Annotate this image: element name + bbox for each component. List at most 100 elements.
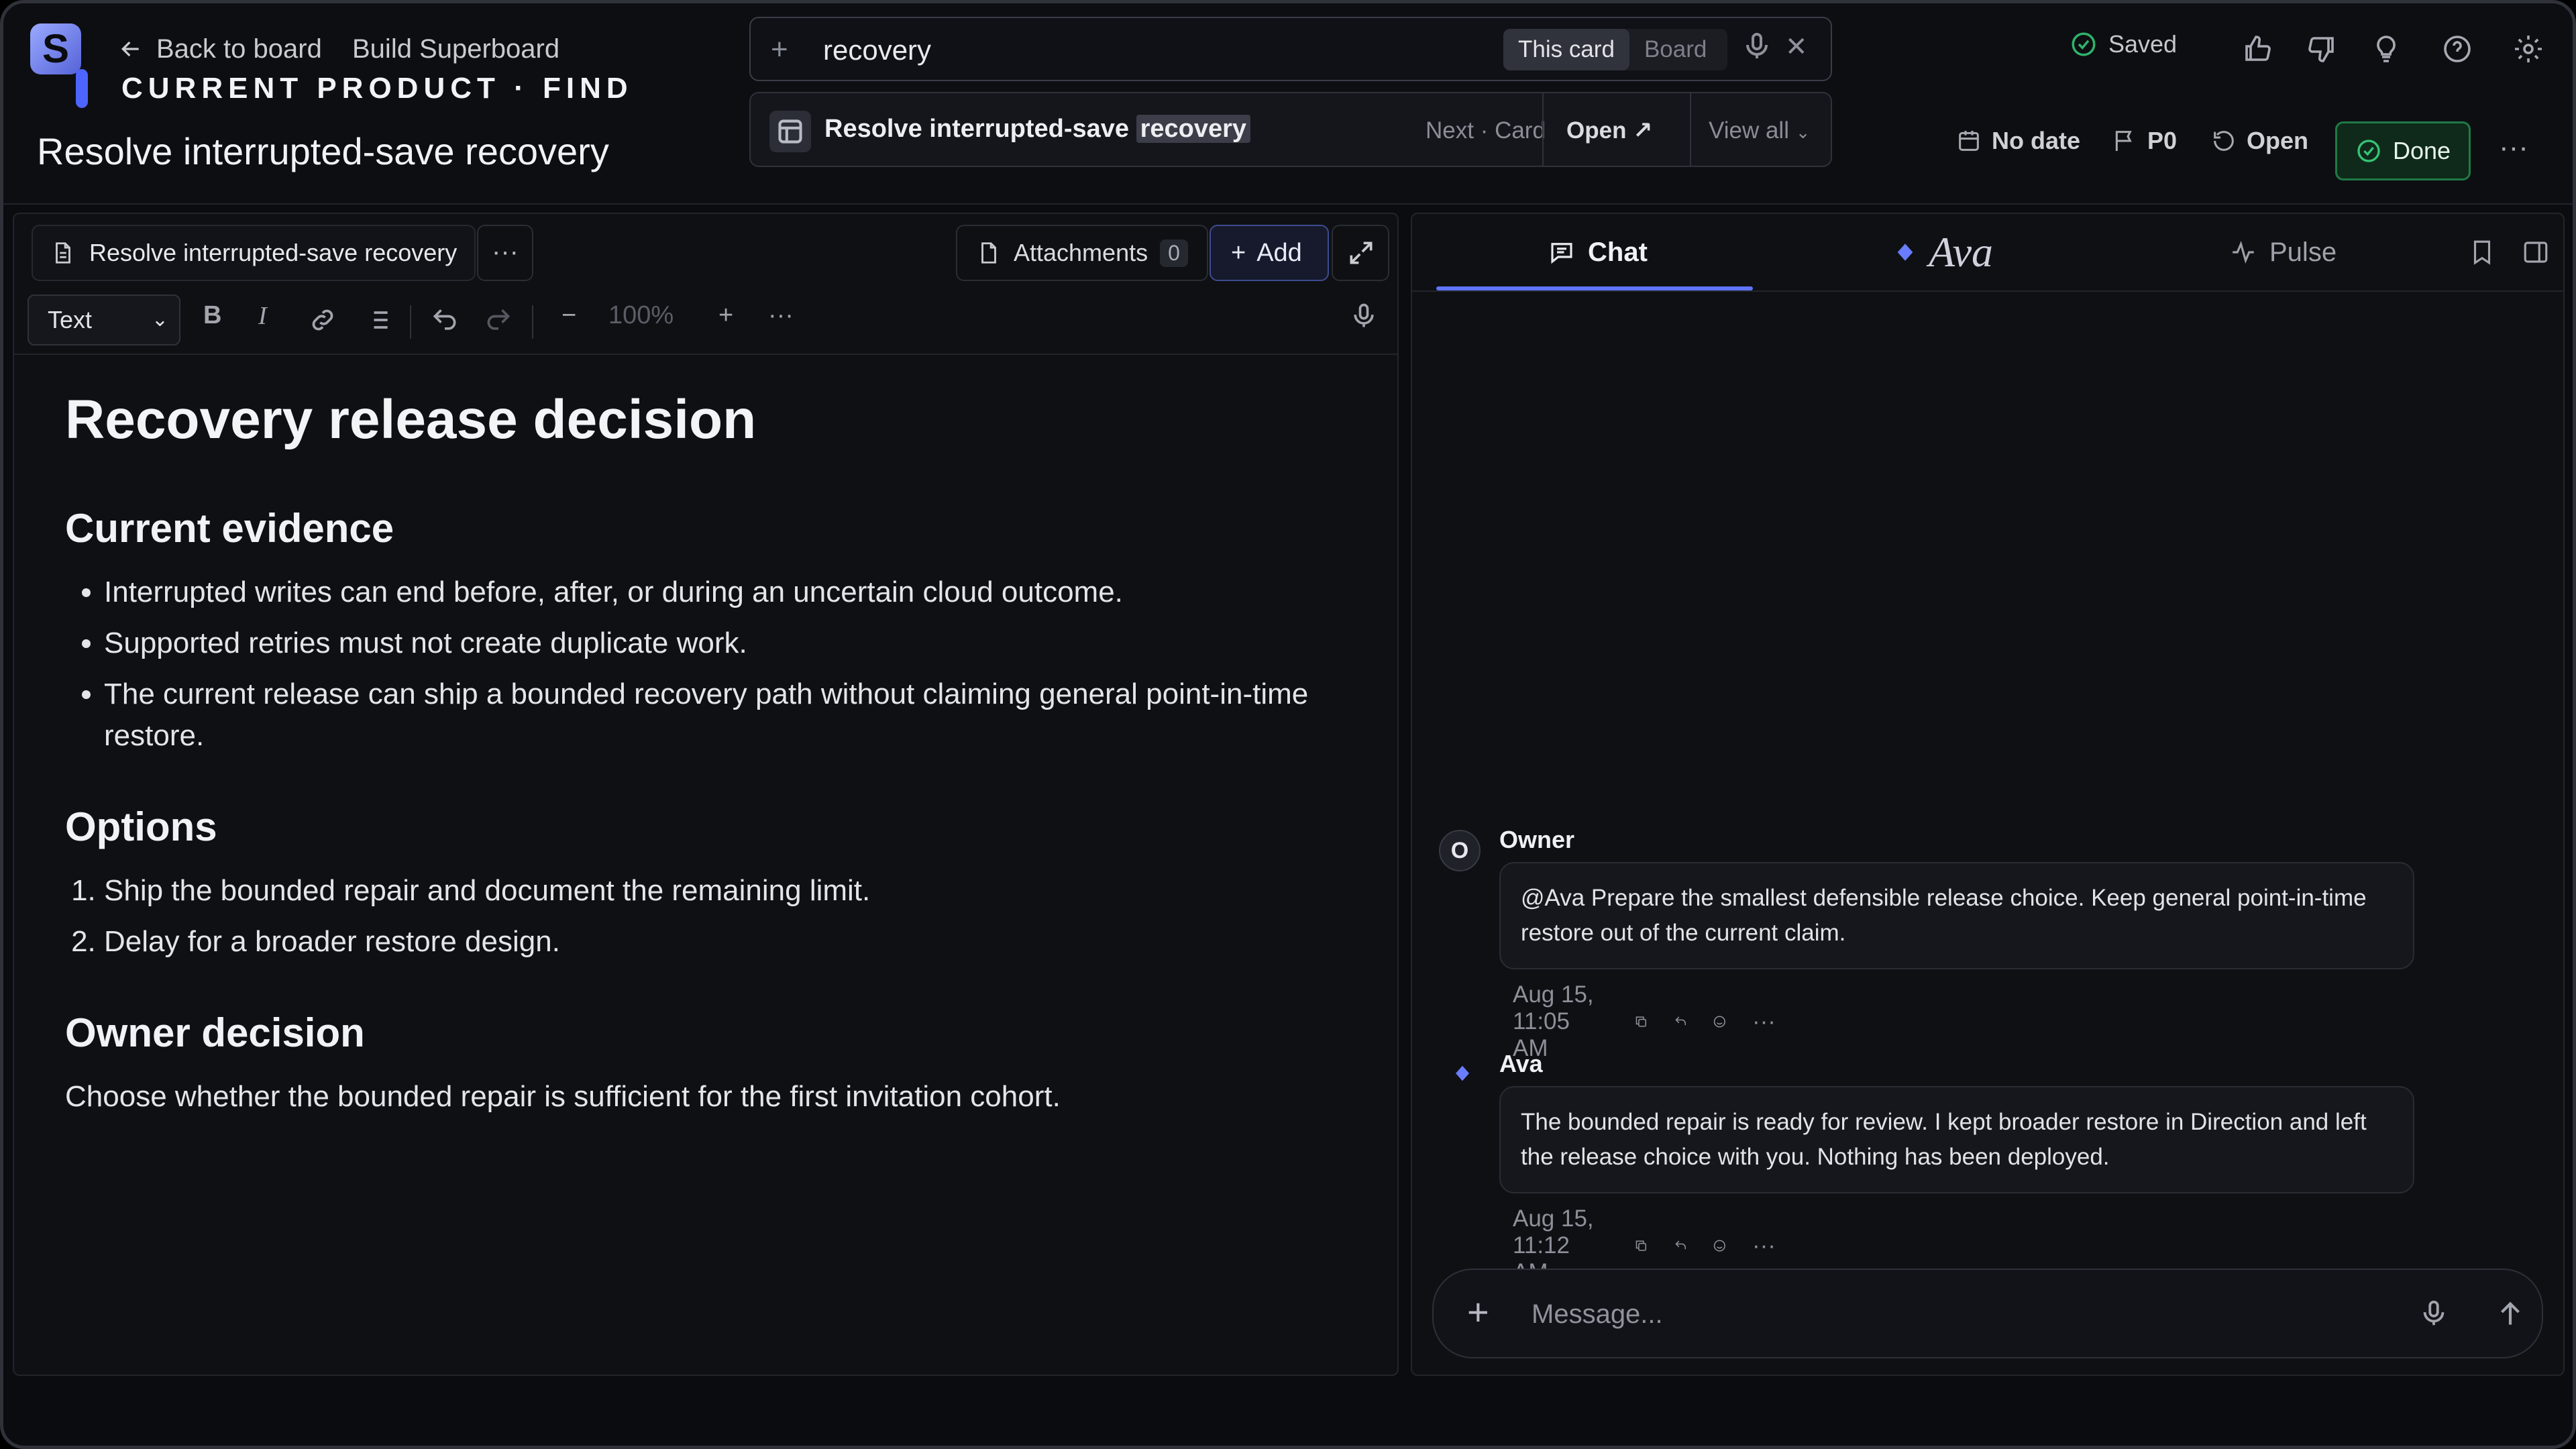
diamond-icon [1456, 1065, 1469, 1081]
list-item: Interrupted writes can end before, after… [104, 572, 1340, 613]
divider [410, 305, 411, 339]
back-to-board-link[interactable]: Back to board [117, 30, 322, 68]
owner-decision-text: Choose whether the bounded repair is suf… [65, 1080, 1061, 1113]
panel-icon[interactable] [2522, 238, 2550, 266]
close-icon[interactable]: ✕ [1785, 32, 1808, 62]
plus-icon[interactable]: + [771, 33, 788, 66]
done-label: Done [2392, 137, 2451, 164]
doc-more-button[interactable]: ··· [477, 225, 533, 281]
result-title: Resolve interrupted-save recovery [824, 115, 1251, 144]
help-icon[interactable] [2441, 33, 2473, 65]
link-icon[interactable] [308, 305, 337, 335]
priority-label: P0 [2147, 127, 2178, 154]
doc-tab[interactable]: Resolve interrupted-save recovery [32, 225, 476, 281]
editor-pane: Resolve interrupted-save recovery ··· At… [13, 213, 1399, 1376]
result-title-text: Resolve interrupted-save [824, 115, 1136, 143]
arrow-left-icon [121, 41, 139, 57]
thumbs-up-icon[interactable] [2241, 33, 2273, 65]
top-bar: S Back to board Build Superboard CURRENT… [3, 3, 2573, 205]
search-result-row[interactable]: Resolve interrupted-save recovery Next ·… [749, 92, 1832, 167]
add-attachment-button[interactable]: + Add [1210, 225, 1329, 281]
lightbulb-icon[interactable] [2370, 33, 2402, 65]
more-icon[interactable]: ··· [768, 301, 794, 330]
emoji-icon[interactable] [1713, 1008, 1727, 1035]
block-type-value: Text [48, 306, 93, 333]
list-item: Delay for a broader restore design. [104, 921, 1340, 963]
view-all-button[interactable]: View all ⌄ [1709, 117, 1811, 144]
bookmark-icon[interactable] [2468, 238, 2496, 266]
divider [1690, 93, 1691, 166]
section-heading: Owner decision [65, 1010, 365, 1055]
section-heading: Options [65, 804, 217, 849]
undo-icon[interactable] [430, 305, 460, 335]
attachments-button[interactable]: Attachments 0 [956, 225, 1208, 281]
reply-icon[interactable] [1674, 1232, 1688, 1259]
zoom-out-button[interactable]: − [561, 301, 576, 330]
plus-icon[interactable]: + [1467, 1290, 1489, 1334]
result-meta: Next · Card [1426, 117, 1546, 144]
redo-icon[interactable] [484, 305, 513, 335]
scope-this-card[interactable]: This card [1503, 29, 1629, 70]
bold-icon[interactable]: B [203, 301, 221, 330]
tab-pulse-label: Pulse [2269, 237, 2337, 267]
chat-icon [1551, 243, 1572, 264]
gear-icon[interactable] [2512, 33, 2544, 65]
active-tab-indicator [1436, 286, 1753, 290]
list-item: Ship the bounded repair and document the… [104, 870, 1340, 912]
format-toolbar: Text ⌄ B I − 100% + ··· [14, 286, 1397, 355]
divider [1542, 93, 1544, 166]
mic-icon[interactable] [1741, 30, 1773, 62]
tab-ava[interactable]: Ava [1894, 214, 1993, 290]
check-circle-icon [2072, 32, 2096, 56]
message-actions: Aug 15, 11:05 AM ··· [1513, 981, 1776, 1062]
copy-icon[interactable] [1634, 1232, 1648, 1259]
italic-icon[interactable]: I [258, 301, 267, 331]
document-icon [56, 242, 70, 264]
diamond-icon [1897, 244, 1913, 261]
done-button[interactable]: Done [2335, 121, 2471, 180]
document-body[interactable]: Recovery release decision Current eviden… [65, 388, 1340, 1118]
more-icon[interactable]: ··· [1752, 1232, 1776, 1259]
zoom-in-button[interactable]: + [718, 301, 733, 330]
expand-button[interactable] [1332, 225, 1389, 281]
app-window: S Back to board Build Superboard CURRENT… [0, 0, 2576, 1449]
check-circle-icon [2357, 140, 2380, 162]
result-open-button[interactable]: Open ↗ [1566, 117, 1653, 144]
reply-icon[interactable] [1674, 1008, 1688, 1035]
pulse-icon [2233, 241, 2254, 264]
more-icon[interactable]: ··· [1752, 1008, 1776, 1035]
board-name: Build Superboard [352, 34, 560, 64]
options-list: Ship the bounded repair and document the… [104, 870, 1340, 963]
priority-button[interactable]: P0 [2111, 127, 2177, 155]
add-label: Add [1256, 238, 1302, 267]
due-date-button[interactable]: No date [1955, 127, 2080, 155]
chat-tabs: Chat Ava Pulse [1412, 214, 2563, 292]
expand-icon [1350, 241, 1373, 264]
mic-icon[interactable] [1349, 301, 1379, 331]
section-heading: Current evidence [65, 506, 394, 551]
mic-icon[interactable] [2418, 1298, 2449, 1329]
list-icon[interactable] [363, 305, 392, 335]
tab-chat[interactable]: Chat [1548, 214, 1648, 290]
copy-icon[interactable] [1634, 1008, 1648, 1035]
search-input[interactable]: recovery [823, 34, 931, 66]
state-button[interactable]: Open [2210, 127, 2308, 155]
message-sender: Ava [1499, 1050, 1543, 1077]
date-label: No date [1992, 127, 2081, 154]
thumbs-down-icon[interactable] [2306, 33, 2338, 65]
board-name-link[interactable]: Build Superboard [352, 30, 559, 68]
message-input[interactable]: Message... [1532, 1299, 1663, 1330]
page-title[interactable]: Resolve interrupted-save recovery [37, 129, 609, 173]
block-type-select[interactable]: Text ⌄ [28, 294, 180, 345]
send-arrow-icon[interactable] [2493, 1297, 2527, 1330]
scope-board[interactable]: Board [1629, 29, 1721, 70]
emoji-icon[interactable] [1713, 1232, 1727, 1259]
more-icon[interactable]: ··· [2499, 131, 2528, 164]
file-icon [981, 242, 996, 264]
attachments-label: Attachments [1014, 239, 1148, 266]
card-icon [769, 111, 811, 152]
tab-chat-label: Chat [1588, 237, 1648, 267]
app-logo[interactable]: S [30, 23, 81, 74]
tab-pulse[interactable]: Pulse [2229, 214, 2337, 290]
avatar[interactable]: O [1439, 830, 1481, 871]
